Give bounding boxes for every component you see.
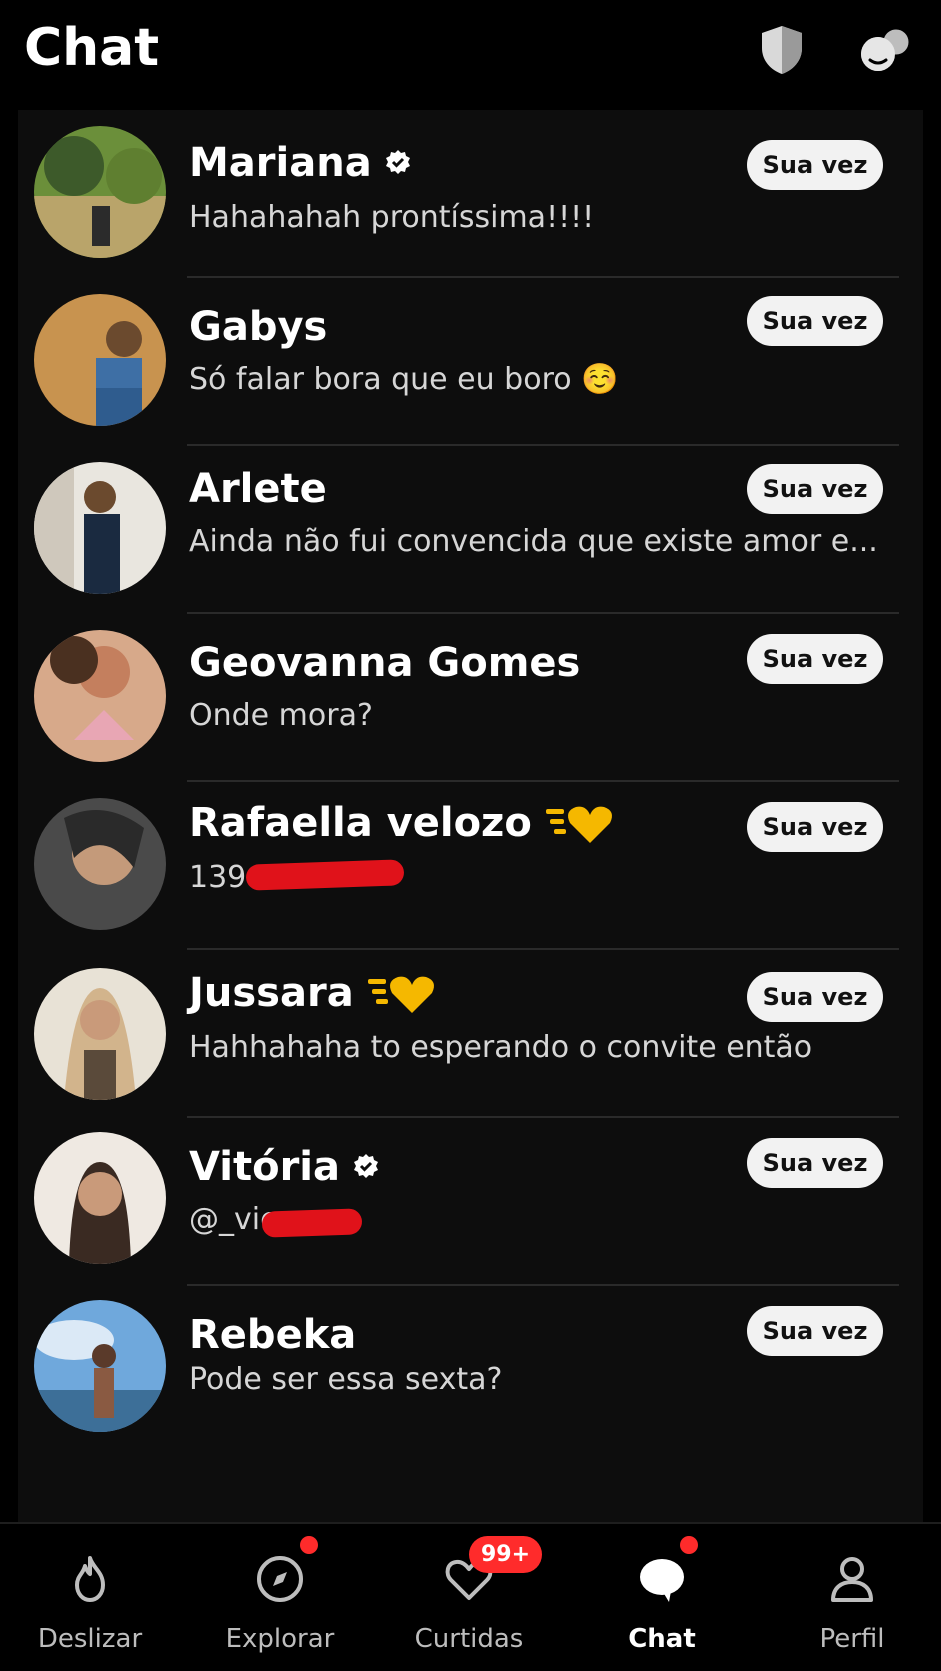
contact-name: Rafaella velozo (189, 800, 532, 846)
name-line: Rebeka (189, 1312, 356, 1358)
name-line: Geovanna Gomes (189, 640, 580, 686)
compass-icon (257, 1556, 303, 1602)
verified-icon (354, 1154, 378, 1178)
contact-name: Geovanna Gomes (189, 640, 581, 686)
last-message: Só falar bora que eu boro ☺️ (189, 362, 619, 397)
name-line: Rafaella velozo (189, 800, 616, 846)
your-turn-badge: Sua vez (747, 972, 883, 1022)
last-message: Hahhahaha to esperando o convite então (189, 1030, 813, 1065)
chat-row-vitoria[interactable]: Vitória @_vic Sua vez (18, 1118, 923, 1286)
name-line: Jussara (189, 970, 438, 1016)
people-icon[interactable] (858, 22, 914, 78)
tab-perfil[interactable]: Perfil (772, 1524, 932, 1671)
last-message: Ainda não fui convencida que existe amor… (189, 524, 878, 559)
your-turn-badge: Sua vez (747, 140, 883, 190)
verified-icon (385, 150, 410, 174)
chat-list: Mariana Hahahahah prontíssima!!!! Sua ve… (18, 110, 923, 1522)
avatar[interactable] (34, 462, 166, 594)
avatar[interactable] (34, 798, 166, 930)
name-line: Mariana (189, 140, 412, 186)
chat-row-gabys[interactable]: Gabys Só falar bora que eu boro ☺️ Sua v… (18, 278, 923, 446)
redaction-mark (245, 859, 405, 891)
avatar-photo (34, 294, 166, 426)
your-turn-badge: Sua vez (747, 296, 883, 346)
chat-row-rebeka[interactable]: Rebeka Pode ser essa sexta? Sua vez (18, 1286, 923, 1454)
tab-explorar[interactable]: Explorar (200, 1524, 360, 1671)
last-message: Hahahahah prontíssima!!!! (189, 200, 595, 235)
chat-icon (640, 1559, 684, 1602)
last-message: 139 (189, 860, 247, 895)
redaction-mark (261, 1208, 363, 1238)
avatar[interactable] (34, 126, 166, 258)
name-line: Arlete (189, 466, 327, 512)
flying-heart-icon (545, 806, 612, 843)
name-line: Vitória (189, 1144, 380, 1190)
your-turn-badge: Sua vez (747, 802, 883, 852)
avatar-photo (34, 630, 166, 762)
contact-name: Mariana (189, 140, 372, 186)
chat-row-jussara[interactable]: Jussara Hahhahaha to esperando o convite… (18, 950, 923, 1118)
notification-dot (680, 1536, 698, 1554)
tab-label: Perfil (819, 1624, 885, 1654)
header: Chat (0, 0, 941, 110)
contact-name: Vitória (189, 1144, 340, 1190)
tab-label: Explorar (225, 1624, 335, 1654)
chat-row-mariana[interactable]: Mariana Hahahahah prontíssima!!!! Sua ve… (18, 110, 923, 278)
tab-label: Chat (628, 1624, 696, 1654)
avatar-photo (34, 1300, 166, 1432)
avatar[interactable] (34, 1132, 166, 1264)
notification-dot (300, 1536, 318, 1554)
tab-deslizar[interactable]: Deslizar (10, 1524, 170, 1671)
your-turn-badge: Sua vez (747, 464, 883, 514)
chat-row-rafaella-velozo[interactable]: Rafaella velozo 139 Sua vez (18, 782, 923, 950)
tab-chat[interactable]: Chat (582, 1524, 742, 1671)
avatar-photo (34, 968, 166, 1100)
flying-heart-icon (367, 976, 434, 1013)
chat-row-geovanna-gomes[interactable]: Geovanna Gomes Onde mora? Sua vez (18, 614, 923, 782)
flame-icon (75, 1556, 105, 1602)
avatar-photo (34, 798, 166, 930)
contact-name: Gabys (189, 304, 328, 350)
likes-count-badge: 99+ (469, 1536, 543, 1573)
last-message: Onde mora? (189, 698, 373, 733)
your-turn-badge: Sua vez (747, 1138, 883, 1188)
name-line: Gabys (189, 304, 327, 350)
avatar-photo (34, 126, 166, 258)
bottom-nav: Deslizar Explorar 99+ Curtidas Chat Perf… (0, 1522, 941, 1671)
page-title: Chat (24, 18, 160, 78)
avatar[interactable] (34, 630, 166, 762)
avatar[interactable] (34, 294, 166, 426)
person-icon (831, 1557, 873, 1602)
avatar-photo (34, 1132, 166, 1264)
contact-name: Arlete (189, 466, 327, 512)
tab-label: Curtidas (414, 1624, 524, 1654)
your-turn-badge: Sua vez (747, 1306, 883, 1356)
chat-row-arlete[interactable]: Arlete Ainda não fui convencida que exis… (18, 446, 923, 614)
avatar[interactable] (34, 968, 166, 1100)
tab-label: Deslizar (37, 1624, 143, 1654)
your-turn-badge: Sua vez (747, 634, 883, 684)
avatar[interactable] (34, 1300, 166, 1432)
contact-name: Rebeka (189, 1312, 357, 1358)
tab-curtidas[interactable]: 99+ Curtidas (389, 1524, 549, 1671)
shield-icon[interactable] (754, 22, 810, 78)
avatar-photo (34, 462, 166, 594)
contact-name: Jussara (189, 970, 354, 1016)
last-message: Pode ser essa sexta? (189, 1362, 503, 1397)
